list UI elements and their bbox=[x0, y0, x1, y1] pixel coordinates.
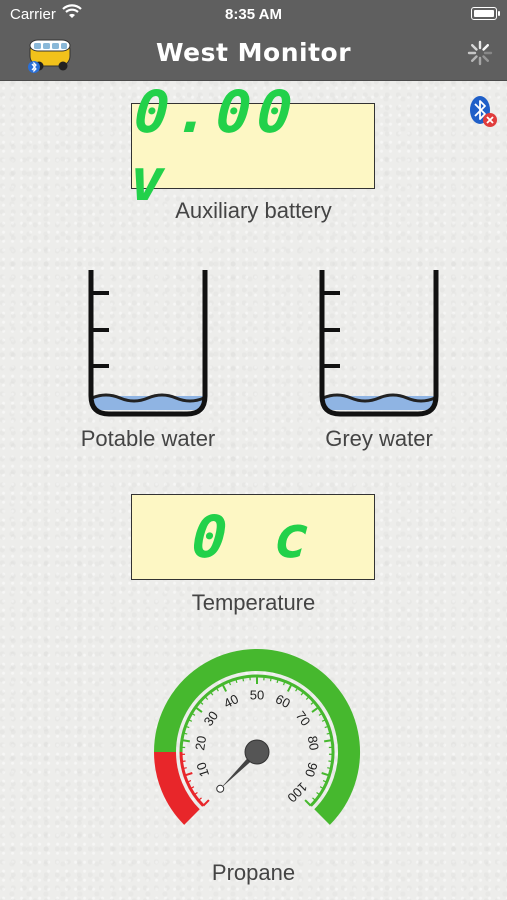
gauge-scale-label: 90 bbox=[302, 760, 321, 778]
temperature-value: 0 c bbox=[189, 503, 317, 571]
gauge-pivot bbox=[244, 739, 270, 765]
propane-label: Propane bbox=[211, 860, 296, 885]
battery-voltage-value: 0.00 v bbox=[127, 78, 301, 214]
grey-water-tank bbox=[319, 270, 439, 417]
gauge-scale-label: 10 bbox=[193, 760, 212, 778]
battery-voltage-display: 0.00 v bbox=[127, 78, 375, 214]
temperature-label: Temperature bbox=[191, 590, 316, 615]
propane-gauge: 10203040 50 60708090100 bbox=[154, 649, 360, 825]
navigation-bar: West Monitor bbox=[0, 28, 507, 81]
activity-spinner-icon bbox=[467, 40, 493, 66]
gauge-scale-label: 50 bbox=[250, 687, 264, 702]
battery-label: Auxiliary battery bbox=[175, 198, 332, 223]
status-bar: Carrier 8:35 AM bbox=[0, 0, 507, 28]
gauge-scale-label: 40 bbox=[221, 691, 241, 711]
potable-water-label: Potable water bbox=[80, 426, 216, 451]
gauge-scale-label: 60 bbox=[273, 691, 293, 711]
bluetooth-disconnected-icon[interactable] bbox=[465, 95, 499, 129]
battery-icon bbox=[471, 7, 500, 20]
potable-water-tank bbox=[88, 270, 208, 417]
app-title: West Monitor bbox=[155, 38, 352, 67]
gauge-scale-label: 30 bbox=[201, 708, 222, 729]
temperature-display: 0 c bbox=[131, 494, 375, 580]
gauge-scale-label: 70 bbox=[293, 708, 314, 729]
grey-water-label: Grey water bbox=[325, 426, 433, 451]
gauge-scale-label: 20 bbox=[192, 735, 209, 752]
gauge-scale-label: 80 bbox=[305, 735, 322, 752]
status-time: 8:35 AM bbox=[225, 6, 282, 23]
